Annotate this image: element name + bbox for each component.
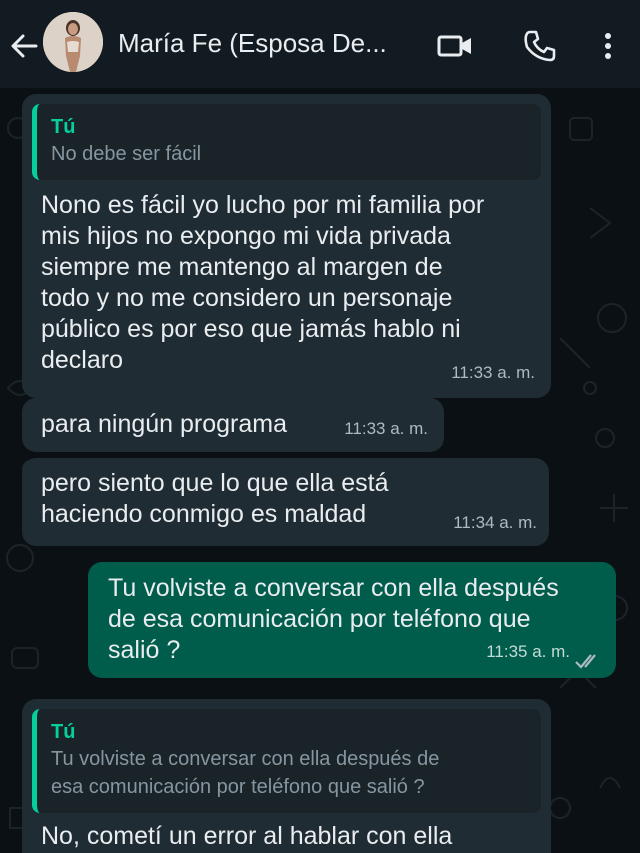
voice-call-icon[interactable]	[520, 26, 560, 66]
message-outgoing[interactable]: Tu volviste a conversar con ella después…	[88, 562, 616, 678]
chat-area[interactable]: Tú No debe ser fácil Nono es fácil yo lu…	[0, 88, 640, 853]
message-text: pero siento que lo que ella está haciend…	[41, 469, 389, 528]
quote-text: No debe ser fácil	[51, 143, 202, 165]
quote-author: Tú	[51, 721, 76, 743]
quote-author: Tú	[51, 116, 76, 138]
chat-header: María Fe (Esposa De...	[0, 0, 640, 88]
message-text: No, cometí un error al hablar con ella	[41, 822, 453, 850]
message-text: para ningún programa	[41, 410, 287, 438]
message-incoming[interactable]: Tú Tu volviste a conversar con ella desp…	[22, 699, 551, 853]
message-incoming[interactable]: para ningún programa 11:33 a. m.	[22, 398, 444, 452]
message-time: 11:33 a. m.	[344, 419, 428, 438]
more-options-icon[interactable]	[594, 26, 634, 66]
back-arrow-icon[interactable]	[6, 28, 42, 64]
video-call-icon[interactable]	[436, 26, 476, 66]
quoted-message[interactable]: Tú Tu volviste a conversar con ella desp…	[32, 709, 541, 813]
message-incoming[interactable]: Tú No debe ser fácil Nono es fácil yo lu…	[22, 94, 551, 398]
contact-name[interactable]: María Fe (Esposa De...	[118, 28, 387, 59]
quoted-message[interactable]: Tú No debe ser fácil	[32, 104, 541, 180]
read-receipt-icon	[574, 648, 602, 669]
message-time: 11:34 a. m.	[453, 513, 537, 532]
quote-text: Tu volviste a conversar con ella después…	[51, 748, 440, 798]
message-time: 11:35 a. m.	[486, 642, 570, 661]
message-time: 11:33 a. m.	[451, 363, 535, 382]
avatar[interactable]	[43, 12, 103, 72]
message-incoming[interactable]: pero siento que lo que ella está haciend…	[22, 458, 549, 546]
message-text: Nono es fácil yo lucho por mi familia po…	[41, 191, 485, 374]
